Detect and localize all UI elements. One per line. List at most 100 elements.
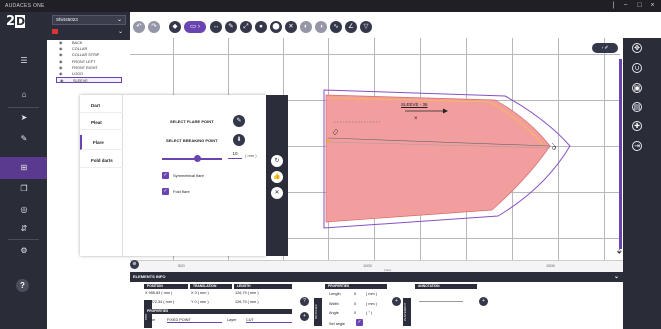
exit-icon[interactable]: ⇥ — [632, 141, 642, 151]
layer-label: Layer — [227, 318, 237, 322]
menu-icon[interactable]: ☰ — [19, 56, 29, 66]
unit-label: ( mm ) — [366, 302, 377, 306]
layer-select[interactable]: CUT — [246, 318, 292, 323]
magnet-icon[interactable]: ∪ — [632, 63, 642, 73]
minimize-button[interactable]: − — [621, 1, 630, 10]
pointer-icon[interactable]: ➤ — [19, 113, 29, 123]
flare-point-marker — [326, 139, 330, 143]
lock-icon[interactable]: ▣ — [632, 83, 642, 93]
center-mark: × — [414, 116, 418, 122]
points-tag: POINTS — [144, 300, 152, 328]
grading-icon[interactable]: ⇵ — [19, 224, 29, 234]
vertical-scrollbar[interactable] — [619, 59, 622, 249]
set-angle-checkbox[interactable]: ✓ — [356, 319, 363, 326]
mirror-icon[interactable]: ◐ — [300, 21, 312, 33]
pencil-icon[interactable]: ✎ — [19, 134, 29, 144]
list-item-selected[interactable]: ◉ SLEEVE — [56, 77, 122, 84]
flare-tabs: Dart Pleat Flare Fold darts — [80, 95, 123, 256]
undo-button[interactable]: ↶ — [133, 21, 145, 33]
eye-icon[interactable]: ◉ — [60, 78, 66, 84]
triangle-icon[interactable]: ▽ — [360, 21, 372, 33]
flag-icon — [52, 29, 58, 35]
notch-properties-header: PROPERTIES — [325, 284, 387, 289]
tab-fold-darts[interactable]: Fold darts — [80, 153, 123, 168]
copy-icon[interactable]: ❐ — [19, 184, 29, 194]
selection-mode-button[interactable]: ▭ › — [184, 21, 206, 33]
pieces-icon[interactable]: ⊞ — [19, 163, 29, 173]
horizontal-ruler: 500 1000 1500 (mm) — [130, 260, 623, 272]
tab-pleat[interactable]: Pleat — [80, 115, 123, 130]
symmetrical-flare-checkbox[interactable]: ✓ — [162, 172, 169, 179]
scale-icon[interactable]: ⤢ — [240, 21, 252, 33]
annotation-line — [419, 301, 463, 302]
edit-tool-icon[interactable]: ✎ — [225, 21, 237, 33]
pencil-icon[interactable]: ✎ — [233, 115, 245, 127]
translation-header: TRANSLATION — [190, 284, 232, 289]
tick-label: 500 — [178, 263, 185, 268]
elements-info-header[interactable]: ELEMENTS INFO ⌄ — [130, 272, 623, 282]
add-icon[interactable]: + — [392, 297, 401, 306]
add-icon[interactable]: + — [300, 312, 309, 321]
thumbs-up-icon[interactable]: 👍 — [271, 171, 283, 183]
notch-width-value[interactable]: 0 — [354, 302, 356, 306]
flare-slider[interactable] — [162, 158, 222, 160]
tab-flare[interactable]: Flare — [80, 135, 123, 150]
fill-icon[interactable]: ⬤ — [270, 21, 282, 33]
unit-label: ( mm ) — [245, 153, 257, 158]
help-button[interactable]: ? — [16, 279, 29, 292]
help-icon[interactable]: ? — [300, 297, 309, 306]
zoom-icon[interactable]: ⊕ — [130, 260, 139, 269]
contrast-icon[interactable]: ◑ — [315, 21, 327, 33]
select-breaking-point-label: SELECT BREAKING POINT — [166, 138, 218, 143]
elements-info-body: POINTS POSITION X 955,83 ( mm ) Y 1072,3… — [130, 282, 623, 329]
piece-label: COLLAR — [72, 47, 88, 52]
length-header: LENGTH — [234, 284, 292, 289]
model-dropdown[interactable]: Shirt45023 ⌄ — [52, 15, 126, 25]
layers-toggle-button[interactable]: ‹ ✐ — [592, 43, 618, 53]
close-icon[interactable]: ✕ — [271, 187, 283, 199]
target-icon[interactable]: ◎ — [19, 205, 29, 215]
position-header: POSITION — [144, 284, 188, 289]
notch-angle-value[interactable]: 0 — [354, 311, 356, 315]
piece-group-row[interactable]: ⌄ — [52, 27, 126, 37]
point-icon[interactable]: ● — [255, 21, 267, 33]
properties-header: PROPERTIES — [144, 309, 292, 314]
sidebar-divider — [8, 239, 39, 240]
piece-label: BACK — [72, 41, 83, 45]
title-bar: AUDACES ONE | − □ × — [0, 0, 661, 12]
flip-icon[interactable]: ↔ — [210, 21, 222, 33]
cut-icon[interactable]: ✕ — [285, 21, 297, 33]
chevron-down-icon[interactable]: ⌄ — [614, 272, 619, 282]
translation-y[interactable]: Y 0 ( mm ) — [191, 300, 209, 304]
refresh-icon[interactable]: ↻ — [271, 155, 283, 167]
select-flare-point-label: SELECT FLARE POINT — [170, 119, 214, 124]
window-title: AUDACES ONE — [5, 3, 45, 9]
angle-icon[interactable]: ∠ — [345, 21, 357, 33]
fold-flare-checkbox[interactable]: ✓ — [162, 188, 169, 195]
translation-x[interactable]: X 0 ( mm ) — [191, 291, 209, 295]
type-select[interactable]: FIXED POINT — [167, 318, 222, 323]
notch-length-value[interactable]: 5 — [354, 292, 356, 296]
settings-icon[interactable]: ⚙ — [19, 246, 29, 256]
save-icon[interactable]: ▤ — [632, 102, 642, 112]
set-angle-label: Set angle — [329, 322, 346, 326]
flare-amount-input[interactable]: 10 — [228, 151, 242, 159]
tab-dart[interactable]: Dart — [80, 98, 123, 113]
piece-label: FRONT RIGHT — [72, 65, 98, 70]
home-icon[interactable]: ⌂ — [19, 90, 29, 100]
notch-angle-label: Angle — [329, 311, 339, 315]
app-logo: 2D — [6, 14, 25, 29]
add-user-icon[interactable]: ✚ — [632, 121, 642, 131]
redo-button[interactable]: ↷ — [148, 21, 160, 33]
eraser-icon[interactable]: ◆ — [169, 21, 181, 33]
notch-width-label: Width — [329, 302, 339, 306]
pin-icon[interactable]: ⬇ — [233, 134, 245, 146]
model-selector-panel: Shirt45023 ⌄ ⌄ — [47, 12, 130, 40]
add-icon[interactable]: + — [479, 297, 488, 306]
maximize-button[interactable]: □ — [635, 1, 644, 10]
move-icon[interactable]: ✥ — [632, 43, 642, 53]
panel-actions: ↻ 👍 ✕ — [266, 95, 288, 256]
flare-slider-handle[interactable] — [194, 155, 201, 162]
close-window-button[interactable]: × — [648, 1, 657, 10]
curve-icon[interactable]: ∿ — [330, 21, 342, 33]
